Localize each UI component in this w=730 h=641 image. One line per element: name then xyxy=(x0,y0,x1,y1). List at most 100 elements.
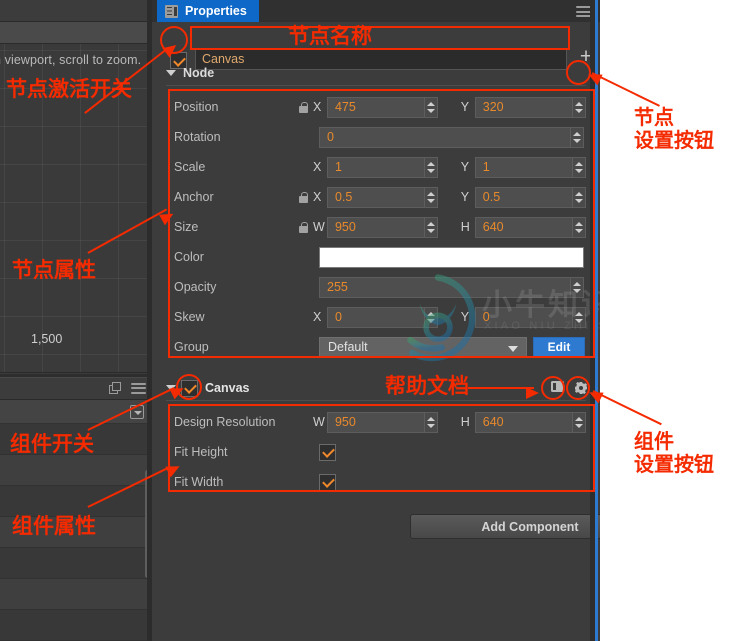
lock-icon[interactable] xyxy=(298,221,308,233)
list-item[interactable] xyxy=(0,548,152,579)
scale-x-input[interactable]: 1 xyxy=(326,156,439,178)
property-label: Color xyxy=(174,250,204,264)
properties-panel: Properties Canvas + Node Position X 475 xyxy=(152,0,730,641)
property-row-opacity: Opacity 255 xyxy=(166,273,586,301)
property-row-fit-height: Fit Height xyxy=(166,438,586,466)
annotation-component-switch: 组件开关 xyxy=(10,432,94,456)
scale-y-input[interactable]: 1 xyxy=(474,156,586,178)
property-row-design-resolution: Design Resolution W 950 H 640 xyxy=(166,408,586,436)
property-label: Size xyxy=(174,220,199,234)
caret-down-icon xyxy=(166,70,176,76)
size-height-input[interactable]: 640 xyxy=(474,216,586,238)
list-item[interactable] xyxy=(0,579,152,610)
fit-width-checkbox[interactable] xyxy=(319,473,336,491)
annotation-component-settings-button: 组件 设置按钮 xyxy=(634,429,714,477)
stepper-buttons[interactable] xyxy=(571,217,585,237)
hamburger-menu-icon[interactable] xyxy=(576,6,591,17)
stepper-buttons[interactable] xyxy=(571,307,585,327)
annotation-component-properties: 组件属性 xyxy=(12,514,96,538)
opacity-input[interactable]: 255 xyxy=(319,276,584,298)
component-settings-gear-icon[interactable] xyxy=(574,381,588,395)
field-value: 640 xyxy=(482,415,504,429)
stepper-buttons[interactable] xyxy=(424,217,438,237)
node-section-rule xyxy=(166,85,586,86)
skew-x-input[interactable]: 0 xyxy=(326,306,439,328)
hamburger-menu-icon[interactable] xyxy=(131,382,146,394)
tab-properties-label: Properties xyxy=(185,4,247,18)
anchor-y-input[interactable]: 0.5 xyxy=(474,186,586,208)
axis-label: X xyxy=(312,190,322,204)
stepper-buttons[interactable] xyxy=(424,157,438,177)
axis-label: W xyxy=(312,220,325,234)
field-value: 950 xyxy=(334,415,356,429)
annotation-arrow-help-doc xyxy=(526,387,539,399)
lock-icon[interactable] xyxy=(298,101,308,113)
anchor-x-input[interactable]: 0.5 xyxy=(326,186,439,208)
property-row-group: Group Default Edit xyxy=(166,333,586,361)
panel-focus-border xyxy=(595,0,598,641)
stepper-buttons[interactable] xyxy=(424,412,438,432)
property-label: Fit Width xyxy=(174,475,224,489)
property-row-rotation: Rotation 0 xyxy=(166,123,586,151)
annotation-node-active-switch: 节点激活开关 xyxy=(6,77,132,101)
property-label: Anchor xyxy=(174,190,214,204)
component-title: Canvas xyxy=(205,381,250,395)
annotation-node-properties: 节点属性 xyxy=(12,258,96,282)
stepper-buttons[interactable] xyxy=(424,307,438,327)
skew-y-input[interactable]: 0 xyxy=(474,306,586,328)
field-value: 475 xyxy=(334,100,356,114)
annotation-line-help-doc xyxy=(468,387,534,390)
position-x-input[interactable]: 475 xyxy=(326,96,439,118)
group-edit-button[interactable]: Edit xyxy=(533,336,585,358)
stepper-buttons[interactable] xyxy=(571,157,585,177)
component-icon-group xyxy=(551,381,588,395)
size-width-input[interactable]: 950 xyxy=(326,216,439,238)
stepper-buttons[interactable] xyxy=(571,97,585,117)
fit-height-checkbox[interactable] xyxy=(319,443,336,461)
axis-label: X xyxy=(312,310,322,324)
duplicate-icon[interactable] xyxy=(109,382,121,394)
group-select[interactable]: Default xyxy=(319,336,527,358)
list-item[interactable] xyxy=(0,486,152,517)
field-value: 950 xyxy=(334,220,356,234)
field-value: 0 xyxy=(327,130,334,144)
tab-properties[interactable]: Properties xyxy=(157,0,259,22)
stepper-buttons[interactable] xyxy=(571,187,585,207)
lock-icon[interactable] xyxy=(298,191,308,203)
component-section-rule xyxy=(166,400,586,401)
list-item[interactable] xyxy=(0,610,152,641)
node-name-row: Canvas + xyxy=(152,22,600,70)
property-label: Design Resolution xyxy=(174,415,276,429)
property-row-color: Color xyxy=(166,243,586,271)
stepper-buttons[interactable] xyxy=(424,97,438,117)
position-y-input[interactable]: 320 xyxy=(474,96,586,118)
left-panel-toolbar xyxy=(0,22,152,44)
screenshot-root: n viewport, scroll to zoom. 1,500 Proper… xyxy=(0,0,730,641)
design-resolution-width-input[interactable]: 950 xyxy=(326,411,439,433)
stepper-buttons[interactable] xyxy=(570,127,583,147)
stepper-buttons[interactable] xyxy=(571,412,585,432)
axis-label: X xyxy=(312,100,322,114)
rotation-input[interactable]: 0 xyxy=(319,126,584,148)
property-row-anchor: Anchor X 0.5 Y 0.5 xyxy=(166,183,586,211)
color-swatch[interactable] xyxy=(319,246,584,268)
field-value: 1 xyxy=(482,160,490,174)
field-value: 640 xyxy=(482,220,504,234)
property-row-size: Size W 950 H 640 xyxy=(166,213,586,241)
field-value: 320 xyxy=(482,100,504,114)
book-help-icon[interactable] xyxy=(551,381,564,392)
group-select-value: Default xyxy=(328,340,368,354)
left-panel-divider[interactable] xyxy=(0,374,152,377)
property-label: Opacity xyxy=(174,280,217,294)
node-section-label: Node xyxy=(183,66,215,80)
property-label: Position xyxy=(174,100,219,114)
field-value: 1 xyxy=(334,160,342,174)
stepper-buttons[interactable] xyxy=(424,187,438,207)
design-resolution-height-input[interactable]: 640 xyxy=(474,411,586,433)
left-panel-2-header xyxy=(0,378,152,400)
property-label: Scale xyxy=(174,160,206,174)
property-label: Skew xyxy=(174,310,205,324)
node-section-header[interactable]: Node xyxy=(152,62,600,84)
stepper-buttons[interactable] xyxy=(570,277,583,297)
list-item[interactable] xyxy=(0,455,152,486)
